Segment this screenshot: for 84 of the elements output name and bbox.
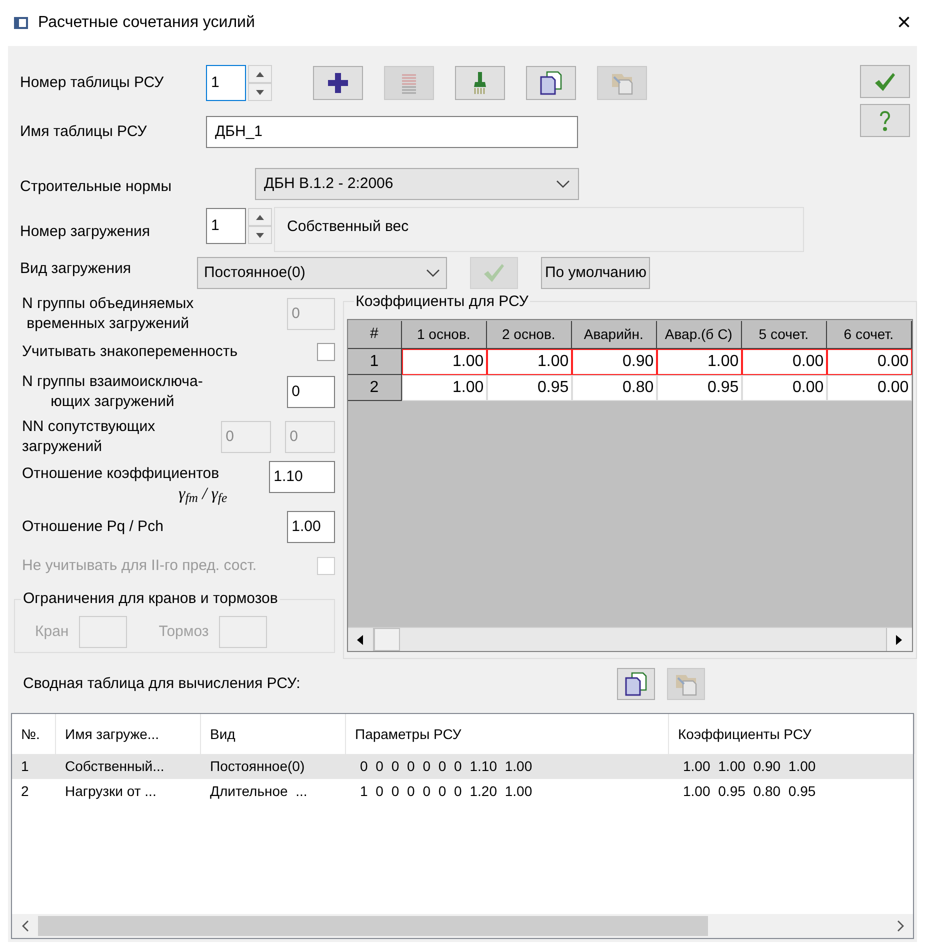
field-label: Отношение Pq / Pch	[21, 517, 164, 537]
help-button[interactable]	[860, 104, 910, 137]
copy-button[interactable]	[617, 668, 655, 700]
field-label: N группы взаимоисключа- ющих загружений	[21, 372, 203, 412]
table-cell[interactable]: 0.00	[826, 375, 912, 401]
field-label: Вид загружения	[20, 258, 132, 279]
number-field[interactable]: 0	[286, 376, 335, 408]
up-arrow-icon	[256, 214, 264, 220]
help-icon	[878, 110, 892, 132]
lines-icon	[401, 72, 417, 94]
scroll-thumb[interactable]	[38, 916, 708, 936]
column-header: Авар.(б С)	[656, 321, 742, 349]
field-label: Имя таблицы РСУ	[20, 122, 148, 142]
column-header: 2 основ.	[486, 321, 572, 349]
add-button[interactable]	[313, 66, 363, 100]
column-header: 1 основ.	[402, 321, 487, 349]
paste-icon	[610, 71, 634, 95]
table-cell[interactable]: 1.00	[656, 349, 742, 375]
spin-up-button[interactable]	[248, 65, 272, 83]
field-label: NN сопутствующих загружений	[21, 417, 156, 457]
name-field[interactable]: ДБН_1	[206, 116, 578, 148]
table-cell[interactable]: 0.00	[826, 349, 912, 375]
close-button[interactable]: ×	[896, 11, 911, 35]
copy-icon	[625, 672, 647, 696]
field-label: N группы объединяемых временных загружений	[21, 294, 194, 334]
code-dropdown[interactable]: ДБН В.1.2 - 2:2006	[255, 168, 579, 200]
brush-icon	[472, 71, 488, 95]
row-header[interactable]: 2	[348, 375, 402, 401]
checkbox-label: Учитывать знакопеременность	[21, 342, 238, 362]
list-row[interactable]: 1 Собственный... Постоянное(0) 0 0 0 0 0 0 0 1.10 1.00 1.00 1.00 0.90 1.00	[12, 754, 913, 779]
spin-down-button[interactable]	[248, 226, 272, 244]
number-field[interactable]: 1.10	[268, 461, 335, 493]
copy-button[interactable]	[526, 66, 576, 100]
default-button[interactable]: По умолчанию	[541, 257, 650, 289]
section-label: Сводная таблица для вычисления РСУ:	[23, 674, 302, 694]
chevron-down-icon	[426, 269, 440, 277]
table-cell[interactable]: 1.00	[402, 349, 487, 375]
checkbox[interactable]	[316, 343, 335, 361]
table-cell[interactable]: 0.00	[742, 375, 827, 401]
right-chevron-icon	[896, 920, 904, 932]
field-label: Кран	[35, 622, 69, 642]
table-cell[interactable]: 1.00	[402, 375, 487, 401]
number-field[interactable]: 1	[206, 208, 246, 244]
ok-button[interactable]	[860, 65, 910, 98]
table-cell[interactable]: 0.95	[656, 375, 742, 401]
field-label: Номер таблицы РСУ	[20, 72, 165, 93]
checkmark-icon	[483, 263, 505, 283]
scrollbar[interactable]	[12, 914, 913, 938]
spin-down-button[interactable]	[248, 83, 272, 101]
plus-icon	[327, 72, 349, 94]
load-name-box: Собственный вес	[274, 207, 804, 252]
field-label: Отношение коэффициентов	[22, 465, 220, 483]
table-cell[interactable]: 0.95	[486, 375, 572, 401]
column-header: #	[348, 321, 402, 349]
chevron-down-icon	[556, 180, 570, 188]
field-label: Тормоз	[158, 622, 209, 642]
field-label: Строительные нормы	[20, 176, 173, 197]
window-icon	[14, 17, 28, 29]
number-field[interactable]: 1.00	[286, 511, 335, 543]
down-arrow-icon	[256, 90, 264, 94]
copy-icon	[540, 71, 562, 95]
field-label: Номер загружения	[20, 222, 152, 242]
table-cell[interactable]: 1.00	[486, 349, 572, 375]
scrollbar[interactable]	[348, 627, 912, 651]
spin-up-button[interactable]	[248, 208, 272, 226]
column-header: 5 сочет.	[742, 321, 827, 349]
scroll-thumb[interactable]	[374, 628, 400, 651]
left-chevron-icon	[22, 920, 28, 932]
table-cell[interactable]: 0.00	[742, 349, 827, 375]
checkbox-label: Не учитывать для II-го пред. сост.	[21, 556, 257, 576]
table-cell[interactable]: 0.80	[572, 375, 657, 401]
column-header: Аварийн.	[572, 321, 657, 349]
up-arrow-icon	[256, 72, 264, 76]
number-field[interactable]: 1	[206, 65, 246, 101]
column-header: 6 сочет.	[826, 321, 912, 349]
window-title: Расчетные сочетания усилий	[38, 13, 255, 33]
checkmark-icon	[874, 72, 896, 92]
load-type-dropdown[interactable]: Постоянное(0)	[197, 257, 447, 289]
down-arrow-icon	[256, 232, 264, 238]
paste-icon	[674, 672, 698, 696]
table-cell[interactable]: 0.90	[572, 349, 657, 375]
brush-button[interactable]	[455, 66, 505, 100]
row-header[interactable]: 1	[348, 349, 402, 375]
ratio-symbol: γ$_{fm}$ / γ$_{fe}$	[178, 483, 228, 505]
